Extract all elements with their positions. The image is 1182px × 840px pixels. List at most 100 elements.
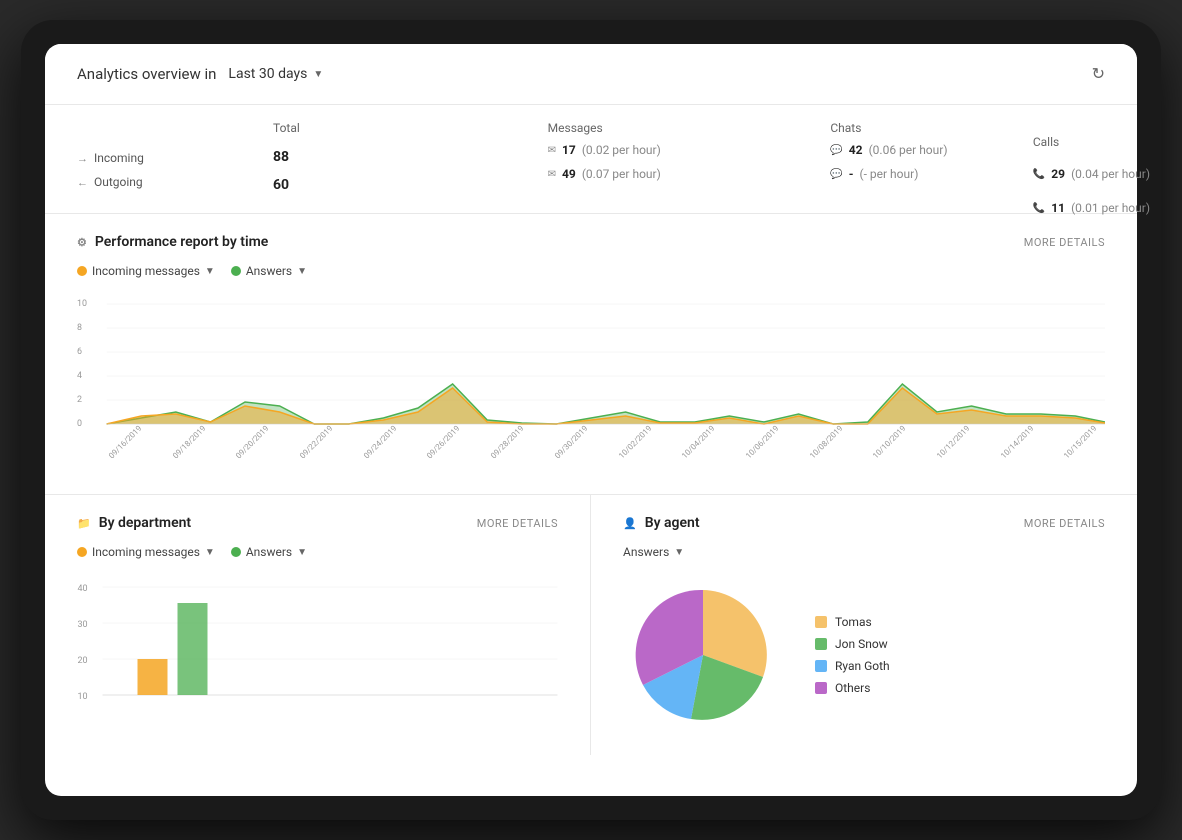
agent-title: 👤 By agent xyxy=(623,515,700,531)
person-icon: 👤 xyxy=(623,517,637,530)
legend-color-others xyxy=(815,682,827,694)
date-range-label: Last 30 days xyxy=(228,66,307,82)
agent-header: 👤 By agent MORE DETAILS xyxy=(623,515,1105,531)
legend-color-jon-snow xyxy=(815,638,827,650)
refresh-button[interactable]: ↻ xyxy=(1092,64,1105,84)
svg-text:40: 40 xyxy=(78,584,88,594)
incoming-call-rate: (0.04 per hour) xyxy=(1071,167,1137,181)
agent-more-details[interactable]: MORE DETAILS xyxy=(1024,517,1105,530)
outgoing-chat-rate: (- per hour) xyxy=(860,167,919,181)
svg-text:30: 30 xyxy=(78,620,88,630)
incoming-msg-rate: (0.02 per hour) xyxy=(582,143,661,157)
pie-chart-svg xyxy=(623,575,783,735)
department-legend: Incoming messages ▼ Answers ▼ xyxy=(77,545,558,559)
legend-others: Others xyxy=(815,681,890,695)
outgoing-msg-rate: (0.07 per hour) xyxy=(582,167,661,181)
legend-color-tomas xyxy=(815,616,827,628)
outgoing-label: Outgoing xyxy=(94,175,143,189)
legend-ryan-goth: Ryan Goth xyxy=(815,659,890,673)
legend-answers[interactable]: Answers ▼ xyxy=(231,264,307,278)
dept-legend-incoming-label: Incoming messages xyxy=(92,545,200,559)
performance-chart-svg: 10 8 6 4 2 0 xyxy=(77,294,1105,454)
dept-legend-dot-orange xyxy=(77,547,87,557)
dept-legend-incoming-chevron: ▼ xyxy=(205,547,215,558)
folder-icon: 📁 xyxy=(77,517,91,530)
legend-incoming-chevron: ▼ xyxy=(205,266,215,277)
incoming-calls-stat: 📞 29 (0.04 per hour) xyxy=(1033,167,1137,181)
legend-incoming[interactable]: Incoming messages ▼ xyxy=(77,264,215,278)
legend-answers-label: Answers xyxy=(246,264,292,278)
pie-section: Tomas Jon Snow Ryan Goth Others xyxy=(623,575,1105,735)
answers-label: Answers xyxy=(623,545,669,559)
performance-section: ⚙ Performance report by time MORE DETAIL… xyxy=(45,214,1137,495)
chat-icon-1: 💬 xyxy=(830,145,842,156)
performance-chart: 10 8 6 4 2 0 xyxy=(77,294,1105,474)
answers-chevron: ▼ xyxy=(674,547,684,558)
total-header: Total xyxy=(273,121,540,135)
date-range-dropdown[interactable]: Last 30 days ▼ xyxy=(228,66,323,82)
device-frame: Analytics overview in Last 30 days ▼ ↻ →… xyxy=(21,20,1161,820)
outgoing-total: 60 xyxy=(273,175,540,193)
svg-text:8: 8 xyxy=(77,323,82,333)
incoming-msg-count: 17 xyxy=(562,143,576,157)
pie-legend: Tomas Jon Snow Ryan Goth Others xyxy=(815,615,890,695)
legend-dot-orange xyxy=(77,266,87,276)
outgoing-chat-count: - xyxy=(849,167,854,181)
gear-icon: ⚙ xyxy=(77,236,87,249)
incoming-row-label: → Incoming xyxy=(77,151,257,165)
call-icon-2: 📞 xyxy=(1033,203,1045,214)
outgoing-call-count: 11 xyxy=(1051,201,1065,215)
message-icon-1: ✉ xyxy=(548,145,556,156)
app-container: Analytics overview in Last 30 days ▼ ↻ →… xyxy=(45,44,1137,796)
calls-col: Calls 📞 29 (0.04 per hour) 📞 11 (0.01 pe… xyxy=(1033,135,1137,225)
chevron-down-icon: ▼ xyxy=(313,69,323,80)
department-title: 📁 By department xyxy=(77,515,191,531)
incoming-call-count: 29 xyxy=(1051,167,1065,181)
stats-total-col: Total 88 60 xyxy=(257,121,540,193)
stats-label-col: → Incoming ← Outgoing xyxy=(77,121,257,193)
department-title-text: By department xyxy=(99,515,191,531)
incoming-chat-rate: (0.06 per hour) xyxy=(869,143,948,157)
outgoing-msg-count: 49 xyxy=(562,167,576,181)
chats-header: Chats xyxy=(830,121,1105,135)
x-axis-labels: 09/16/2019 09/18/2019 09/20/2019 09/22/2… xyxy=(77,454,1105,463)
svg-text:6: 6 xyxy=(77,347,82,357)
performance-title-text: Performance report by time xyxy=(95,234,268,250)
dept-legend-dot-green xyxy=(231,547,241,557)
pie-chart-container xyxy=(623,575,783,735)
legend-color-ryan-goth xyxy=(815,660,827,672)
outgoing-calls-stat: 📞 11 (0.01 per hour) xyxy=(1033,201,1137,215)
dept-legend-answers-chevron: ▼ xyxy=(297,547,307,558)
legend-tomas: Tomas xyxy=(815,615,890,629)
legend-label-ryan-goth: Ryan Goth xyxy=(835,659,890,673)
svg-text:10: 10 xyxy=(77,299,87,309)
incoming-messages-stat: ✉ 17 (0.02 per hour) xyxy=(548,143,823,157)
incoming-chat-count: 42 xyxy=(849,143,863,157)
performance-legend: Incoming messages ▼ Answers ▼ xyxy=(77,264,1105,278)
chat-icon-2: 💬 xyxy=(830,169,842,180)
legend-incoming-label: Incoming messages xyxy=(92,264,200,278)
legend-label-jon-snow: Jon Snow xyxy=(835,637,888,651)
message-icon-2: ✉ xyxy=(548,169,556,180)
svg-text:0: 0 xyxy=(77,419,82,429)
incoming-total: 88 xyxy=(273,147,540,165)
performance-more-details[interactable]: MORE DETAILS xyxy=(1024,236,1105,249)
legend-label-others: Others xyxy=(835,681,870,695)
outgoing-arrow-icon: ← xyxy=(77,176,88,189)
by-department-panel: 📁 By department MORE DETAILS Incoming me… xyxy=(45,495,591,755)
outgoing-messages-stat: ✉ 49 (0.07 per hour) xyxy=(548,167,823,181)
department-more-details[interactable]: MORE DETAILS xyxy=(477,517,558,530)
department-bar-chart: 40 30 20 10 xyxy=(77,575,558,735)
answers-dropdown[interactable]: Answers ▼ xyxy=(623,545,1105,559)
outgoing-call-rate: (0.01 per hour) xyxy=(1071,201,1137,215)
by-agent-panel: 👤 By agent MORE DETAILS Answers ▼ xyxy=(591,495,1137,755)
bottom-panels: 📁 By department MORE DETAILS Incoming me… xyxy=(45,495,1137,755)
legend-jon-snow: Jon Snow xyxy=(815,637,890,651)
call-icon-1: 📞 xyxy=(1033,169,1045,180)
legend-label-tomas: Tomas xyxy=(835,615,872,629)
stats-section: → Incoming ← Outgoing Total 88 60 xyxy=(45,105,1137,214)
svg-text:20: 20 xyxy=(78,656,88,666)
header: Analytics overview in Last 30 days ▼ ↻ xyxy=(45,44,1137,105)
dept-legend-incoming[interactable]: Incoming messages ▼ xyxy=(77,545,215,559)
dept-legend-answers[interactable]: Answers ▼ xyxy=(231,545,307,559)
